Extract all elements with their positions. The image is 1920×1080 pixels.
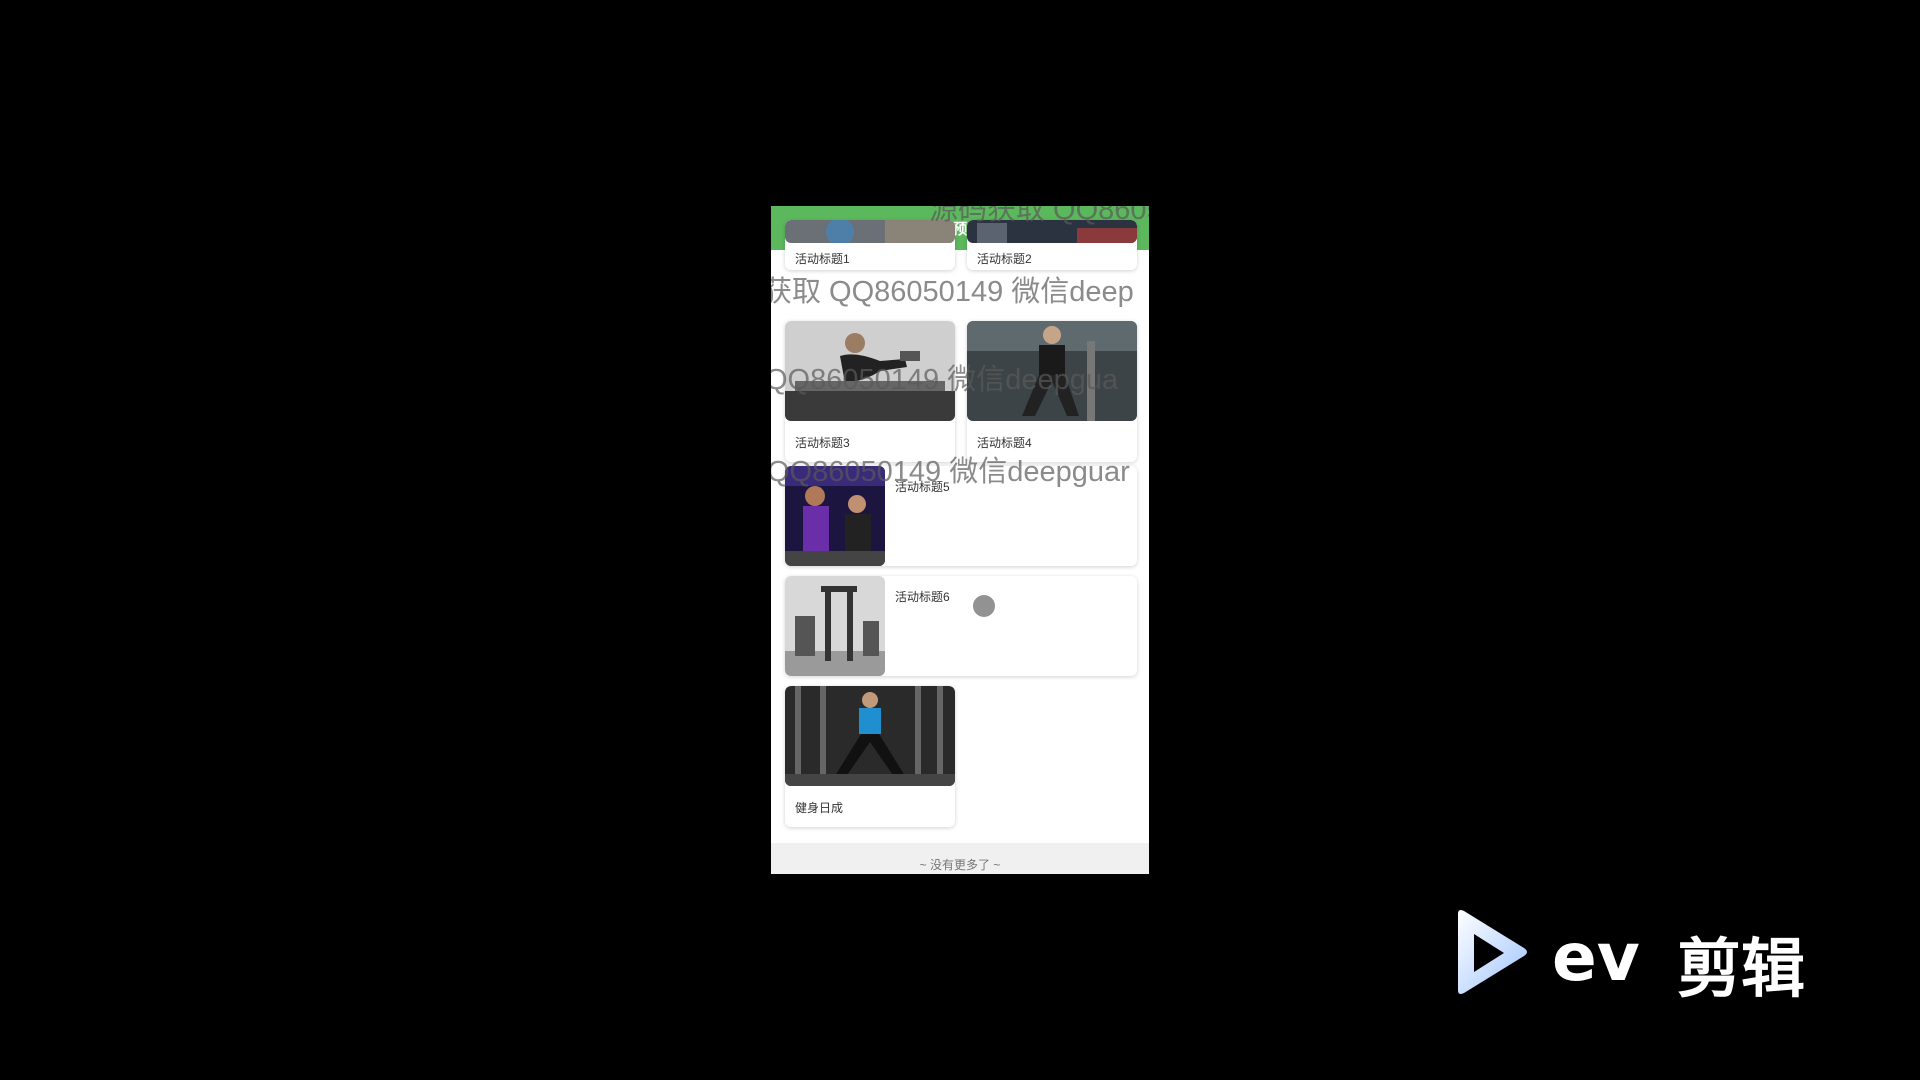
activity-title: 活动标题6 <box>895 590 950 604</box>
activity-card[interactable]: 健身日成 <box>785 686 955 827</box>
activity-image <box>967 220 1137 243</box>
activity-title: 活动标题1 <box>795 252 850 266</box>
touch-indicator <box>973 595 995 617</box>
activity-card[interactable]: 活动标题2 <box>967 220 1137 270</box>
activity-image <box>785 321 955 421</box>
activity-card[interactable]: 活动标题6 <box>785 576 1137 676</box>
ev-logo: ev 剪辑 <box>1452 906 1822 1007</box>
no-more-footer: ~ 没有更多了 ~ <box>771 843 1149 874</box>
activity-title: 活动标题3 <box>795 436 850 450</box>
activity-card[interactable]: 活动标题3 <box>785 321 955 462</box>
svg-text:ev: ev <box>1552 919 1640 996</box>
logo-text: 剪辑 <box>1677 933 1805 1007</box>
activity-card[interactable]: 活动标题4 <box>967 321 1137 462</box>
activity-card[interactable]: 活动标题5 <box>785 466 1137 566</box>
activity-image <box>785 686 955 786</box>
activity-image <box>785 220 955 243</box>
activity-card[interactable]: 活动标题1 <box>785 220 955 270</box>
phone-screen: 沁园健身房预约管理系统 活动标题1 活动标题2 活动标题3 活动标题4 活动标题… <box>771 206 1149 874</box>
activity-title: 活动标题5 <box>895 480 950 494</box>
activity-image <box>785 576 885 676</box>
activity-image <box>785 466 885 566</box>
activity-title: 活动标题4 <box>977 436 1032 450</box>
activity-title: 健身日成 <box>795 801 844 815</box>
activity-image <box>967 321 1137 421</box>
activity-title: 活动标题2 <box>977 252 1032 266</box>
